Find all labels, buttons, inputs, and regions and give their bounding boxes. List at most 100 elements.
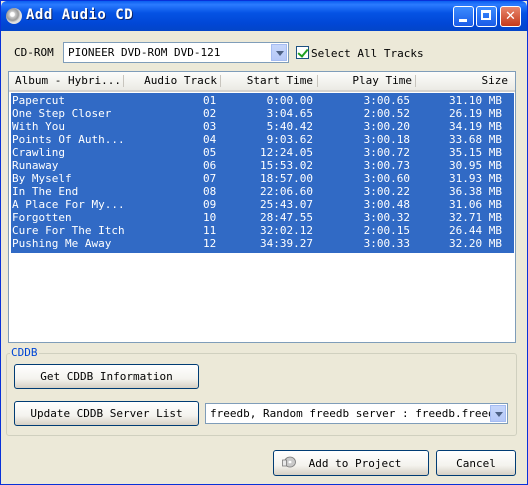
minimize-button[interactable]: [453, 6, 474, 27]
track-start-time: 28:47.55: [260, 211, 313, 224]
track-size: 32.20 MB: [449, 237, 502, 250]
track-size: 30.95 MB: [449, 159, 502, 172]
track-play-time: 3:00.32: [363, 211, 410, 224]
track-start-time: 12:24.05: [260, 146, 313, 159]
cd-app-icon: [6, 8, 22, 24]
column-divider[interactable]: [220, 75, 221, 87]
track-row[interactable]: With You 03 5:40.42 3:00.20 34.19 MB: [11, 120, 514, 133]
select-all-checkbox[interactable]: [296, 46, 309, 59]
get-cddb-info-label: Get CDDB Information: [40, 370, 173, 383]
maximize-button[interactable]: [476, 6, 497, 27]
track-start-time: 3:04.65: [266, 107, 313, 120]
column-header-album[interactable]: Album - Hybri...: [15, 72, 121, 90]
cddb-group-title: CDDB: [10, 346, 39, 359]
track-play-time: 2:00.52: [363, 107, 410, 120]
track-start-time: 32:02.12: [260, 224, 313, 237]
track-row[interactable]: Papercut 01 0:00.00 3:00.65 31.10 MB: [11, 94, 514, 107]
column-header-audio-track[interactable]: Audio Track: [129, 72, 217, 90]
cancel-button[interactable]: Cancel: [436, 450, 516, 476]
track-play-time: 3:00.22: [363, 185, 410, 198]
track-start-time: 22:06.60: [260, 185, 313, 198]
add-audio-cd-window: Add Audio CD ✕ CD-ROM PIONEER DVD-ROM DV…: [0, 0, 528, 485]
add-to-project-label: Add to Project: [308, 456, 402, 470]
track-album: In The End: [12, 185, 79, 198]
track-row[interactable]: Pushing Me Away 12 34:39.27 3:00.33 32.2…: [11, 237, 514, 250]
track-start-time: 5:40.42: [266, 120, 313, 133]
track-size: 26.44 MB: [449, 224, 502, 237]
track-number: 09: [203, 198, 217, 211]
track-row[interactable]: By Myself 07 18:57.00 3:00.60 31.93 MB: [11, 172, 514, 185]
track-number: 06: [203, 159, 217, 172]
update-cddb-server-label: Update CDDB Server List: [30, 407, 183, 420]
track-size: 36.38 MB: [449, 185, 502, 198]
track-number: 10: [203, 211, 217, 224]
track-album: By Myself: [12, 172, 72, 185]
update-cddb-server-button[interactable]: Update CDDB Server List: [14, 401, 199, 426]
title-bar[interactable]: Add Audio CD ✕: [1, 1, 527, 31]
track-album: Papercut: [12, 94, 65, 107]
column-divider[interactable]: [415, 75, 416, 87]
track-number: 12: [203, 237, 217, 250]
track-album: Crawling: [12, 146, 65, 159]
track-album: With You: [12, 120, 65, 133]
track-number: 05: [203, 146, 217, 159]
cdrom-select[interactable]: PIONEER DVD-ROM DVD-121: [63, 42, 289, 63]
track-play-time: 3:00.72: [363, 146, 410, 159]
track-row[interactable]: Cure For The Itch 11 32:02.12 2:00.15 26…: [11, 224, 514, 237]
track-start-time: 9:03.62: [266, 133, 313, 146]
track-size: 34.19 MB: [449, 120, 502, 133]
track-row[interactable]: Crawling 05 12:24.05 3:00.72 35.15 MB: [11, 146, 514, 159]
track-album: Points Of Auth...: [12, 133, 125, 146]
track-album: Pushing Me Away: [12, 237, 112, 250]
minimize-icon: [459, 19, 467, 22]
track-row[interactable]: In The End 08 22:06.60 3:00.22 36.38 MB: [11, 185, 514, 198]
track-album: A Place For My...: [12, 198, 125, 211]
track-size: 33.68 MB: [449, 133, 502, 146]
close-button[interactable]: ✕: [500, 6, 521, 27]
track-number: 08: [203, 185, 217, 198]
track-row[interactable]: A Place For My... 09 25:43.07 3:00.48 31…: [11, 198, 514, 211]
close-icon: ✕: [505, 9, 516, 24]
track-size: 35.15 MB: [449, 146, 502, 159]
add-to-project-button[interactable]: Add to Project: [273, 450, 429, 476]
cddb-server-select[interactable]: freedb, Random freedb server : freedb.fr…: [205, 403, 508, 424]
cancel-label: Cancel: [456, 456, 496, 470]
column-header-size[interactable]: Size: [420, 72, 509, 90]
track-start-time: 25:43.07: [260, 198, 313, 211]
track-start-time: 34:39.27: [260, 237, 313, 250]
track-play-time: 3:00.48: [363, 198, 410, 211]
get-cddb-info-button[interactable]: Get CDDB Information: [14, 364, 199, 389]
column-header-play-time[interactable]: Play Time: [322, 72, 412, 90]
track-size: 26.19 MB: [449, 107, 502, 120]
track-start-time: 0:00.00: [266, 94, 313, 107]
track-number: 11: [203, 224, 217, 237]
chevron-down-icon[interactable]: [490, 405, 506, 422]
column-divider[interactable]: [317, 75, 318, 87]
track-album: Runaway: [12, 159, 59, 172]
track-row[interactable]: Forgotten 10 28:47.55 3:00.32 32.71 MB: [11, 211, 514, 224]
track-album: Cure For The Itch: [12, 224, 125, 237]
track-number: 07: [203, 172, 217, 185]
window-title: Add Audio CD: [26, 7, 134, 23]
track-play-time: 3:00.73: [363, 159, 410, 172]
track-play-time: 2:00.15: [363, 224, 410, 237]
track-play-time: 3:00.33: [363, 237, 410, 250]
track-start-time: 18:57.00: [260, 172, 313, 185]
track-rows: Papercut 01 0:00.00 3:00.65 31.10 MB One…: [11, 93, 514, 253]
checkmark-icon: [297, 46, 309, 58]
track-number: 02: [203, 107, 217, 120]
select-all-label[interactable]: Select All Tracks: [311, 47, 424, 60]
track-album: One Step Closer: [12, 107, 112, 120]
column-header-start-time[interactable]: Start Time: [225, 72, 313, 90]
chevron-down-icon[interactable]: [271, 44, 287, 61]
track-row[interactable]: Runaway 06 15:53.02 3:00.73 30.95 MB: [11, 159, 514, 172]
track-list[interactable]: Album - Hybri... Audio Track Start Time …: [8, 71, 516, 343]
track-row[interactable]: One Step Closer 02 3:04.65 2:00.52 26.19…: [11, 107, 514, 120]
column-divider[interactable]: [123, 75, 124, 87]
cdrom-label: CD-ROM: [14, 46, 54, 59]
track-play-time: 3:00.65: [363, 94, 410, 107]
track-album: Forgotten: [12, 211, 72, 224]
track-size: 31.10 MB: [449, 94, 502, 107]
track-list-header: Album - Hybri... Audio Track Start Time …: [9, 72, 515, 92]
track-row[interactable]: Points Of Auth... 04 9:03.62 3:00.18 33.…: [11, 133, 514, 146]
